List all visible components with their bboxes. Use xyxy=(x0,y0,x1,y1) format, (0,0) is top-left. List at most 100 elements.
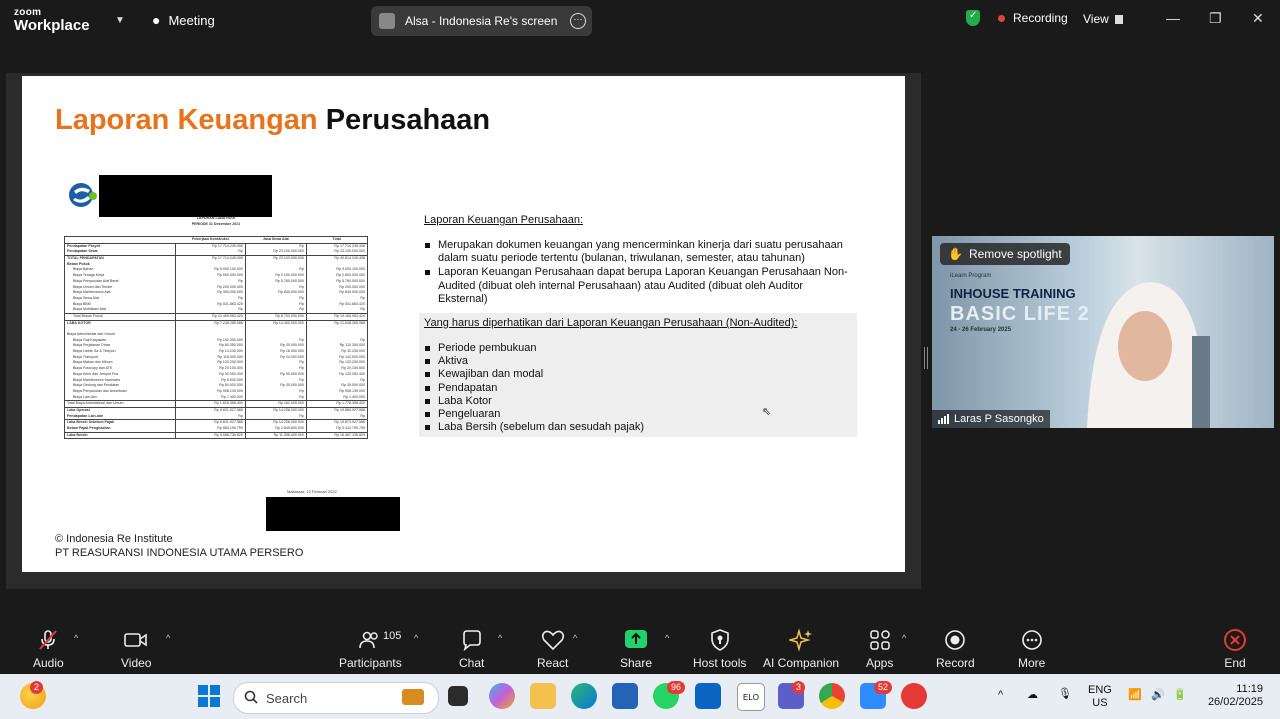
table-cell: Rp 10.465.963.420 xyxy=(174,312,246,321)
view-button[interactable]: View xyxy=(1083,12,1123,26)
doc-caption-1: LAPORAN LABA RUGI xyxy=(196,216,236,220)
slide-title-orange: Laporan Keuangan xyxy=(55,104,318,136)
close-icon[interactable]: ✕ xyxy=(1252,10,1264,27)
meeting-label: Meeting xyxy=(168,12,215,28)
audio-label: Audio xyxy=(33,656,64,670)
audio-options-caret-icon[interactable]: ^ xyxy=(74,633,78,643)
resize-handle[interactable] xyxy=(924,347,928,369)
record-icon xyxy=(944,628,966,652)
chrome-icon[interactable] xyxy=(819,683,845,709)
share-options-caret-icon[interactable]: ^ xyxy=(665,633,669,643)
screen-share-indicator[interactable]: Alsa - Indonesia Re's screen ··· xyxy=(371,6,592,36)
participant-video-tile[interactable]: iLearn Program INHOUSE TRAINING BASIC LI… xyxy=(932,236,1274,428)
clock[interactable]: 11:19 26/02/2025 xyxy=(1203,683,1263,709)
chevron-down-icon[interactable]: ▼ xyxy=(115,15,125,26)
video-options-caret-icon[interactable]: ^ xyxy=(166,633,170,643)
spotlight-label: Remove spotlight xyxy=(968,247,1062,261)
sharer-avatar xyxy=(379,13,395,29)
more-dots-icon xyxy=(1021,628,1043,652)
list-item: Laporan Keuangan Perusahaan dapat berupa… xyxy=(424,266,852,306)
doc-sign-place: Makassar, 10 Februari 2022 xyxy=(287,489,337,494)
end-meeting-button[interactable]: End xyxy=(1224,628,1246,670)
footer-line2: PT REASURANSI INDONESIA UTAMA PERSERO xyxy=(55,547,304,559)
react-button[interactable]: React xyxy=(537,628,568,670)
more-label: More xyxy=(1018,656,1046,670)
share-button[interactable]: Share xyxy=(620,628,652,670)
copilot-icon[interactable] xyxy=(489,683,515,709)
more-options-icon[interactable]: ··· xyxy=(570,13,586,29)
participant-name-bar: Laras P Sasongko xyxy=(932,410,1050,428)
title-bar: zoom Workplace ▼ ● Meeting Alsa - Indone… xyxy=(0,0,1280,42)
tray-overflow-icon[interactable]: ^ xyxy=(998,689,1003,702)
ai-companion-button[interactable]: AI Companion xyxy=(763,628,839,670)
recording-label: Recording xyxy=(1013,11,1068,25)
host-tools-button[interactable]: Host tools xyxy=(693,628,746,670)
chat-bubble-icon xyxy=(461,628,483,652)
remove-spotlight-button[interactable]: ✋ Remove spotlight xyxy=(940,243,1070,265)
video-bg-line1: INHOUSE TRAINING xyxy=(950,286,1076,301)
task-view-icon[interactable] xyxy=(448,686,468,706)
ai-companion-label: AI Companion xyxy=(763,656,840,670)
video-button[interactable]: Video xyxy=(121,628,151,670)
pin-icon: ✋ xyxy=(948,247,963,261)
list-item: Aktiva xyxy=(424,355,844,368)
participants-count: 105 xyxy=(383,630,402,642)
list-item: Laba Bersih (sebelum dan sesudah pajak) xyxy=(424,421,844,434)
table-cell: Rp 1.778.358.400 xyxy=(305,400,368,408)
battery-icon[interactable]: 🔋 xyxy=(1173,689,1187,702)
redaction-block xyxy=(99,175,272,217)
windows-start-icon[interactable] xyxy=(198,685,220,707)
file-explorer-icon[interactable] xyxy=(530,683,556,709)
outlook-icon[interactable] xyxy=(695,683,721,709)
wifi-icon[interactable]: 📶 xyxy=(1128,689,1142,702)
audio-button[interactable]: Audio xyxy=(33,628,64,670)
paw-icon: ● xyxy=(152,12,161,28)
recording-dot-icon xyxy=(998,14,1005,22)
section2-heading: Yang harus diperhatikan dari Laporan Keu… xyxy=(424,317,798,329)
record-button[interactable]: Record xyxy=(936,628,975,670)
react-label: React xyxy=(537,656,569,670)
table-cell: Laba Bersih xyxy=(64,431,176,439)
teams-badge: 3 xyxy=(792,681,806,694)
restore-icon[interactable]: ❐ xyxy=(1209,10,1222,27)
more-button[interactable]: More xyxy=(1018,628,1045,670)
taskbar-search-box[interactable]: Search xyxy=(233,682,439,714)
chat-options-caret-icon[interactable]: ^ xyxy=(498,633,502,643)
apps-options-caret-icon[interactable]: ^ xyxy=(902,633,906,643)
slide-title-black: Perusahaan xyxy=(325,104,491,136)
table-cell: Total Biaya Administrasi dan Umum xyxy=(64,400,176,408)
table-header-cell: Jasa Sewa Alat xyxy=(245,236,307,244)
security-app-icon[interactable] xyxy=(901,683,927,709)
apps-button[interactable]: Apps xyxy=(866,628,893,670)
microphone-tray-icon[interactable]: 🎙 xyxy=(1058,688,1072,701)
weather-badge: 2 xyxy=(30,681,44,694)
onedrive-icon[interactable]: ☁ xyxy=(1027,689,1038,702)
heart-icon xyxy=(541,628,565,652)
apps-grid-icon xyxy=(869,628,891,652)
table-cell: Rp 162.000.000 xyxy=(244,400,307,408)
meeting-info-button[interactable]: ● Meeting xyxy=(152,12,215,28)
participants-options-caret-icon[interactable]: ^ xyxy=(414,633,418,643)
microsoft-store-icon[interactable] xyxy=(612,683,638,709)
recording-indicator[interactable]: Recording xyxy=(966,10,1068,26)
clock-time: 11:19 xyxy=(1236,683,1263,695)
end-x-icon xyxy=(1224,628,1246,652)
volume-icon[interactable]: 🔊 xyxy=(1151,689,1165,702)
signature-redaction-block xyxy=(266,497,400,531)
screen-share-title: Alsa - Indonesia Re's screen xyxy=(405,14,558,28)
share-arrow-icon xyxy=(624,628,648,652)
mouse-cursor-icon: ⇖ xyxy=(762,406,772,418)
react-options-caret-icon[interactable]: ^ xyxy=(573,633,577,643)
language-indicator[interactable]: ENG US xyxy=(1088,684,1112,710)
elo-app-icon[interactable]: ELO xyxy=(737,683,765,711)
zoom-logo: zoom Workplace xyxy=(14,8,90,34)
participants-icon xyxy=(358,628,382,652)
table-header-cell: Pekerjaan Konstruksi xyxy=(175,236,246,244)
edge-browser-icon[interactable] xyxy=(571,683,597,709)
minimize-icon[interactable]: — xyxy=(1166,10,1180,26)
chat-button[interactable]: Chat xyxy=(459,628,484,670)
zoom-badge: 52 xyxy=(874,681,893,694)
sparkle-icon xyxy=(789,628,813,652)
security-shield-icon[interactable] xyxy=(966,10,980,26)
signal-strength-icon xyxy=(938,414,949,424)
